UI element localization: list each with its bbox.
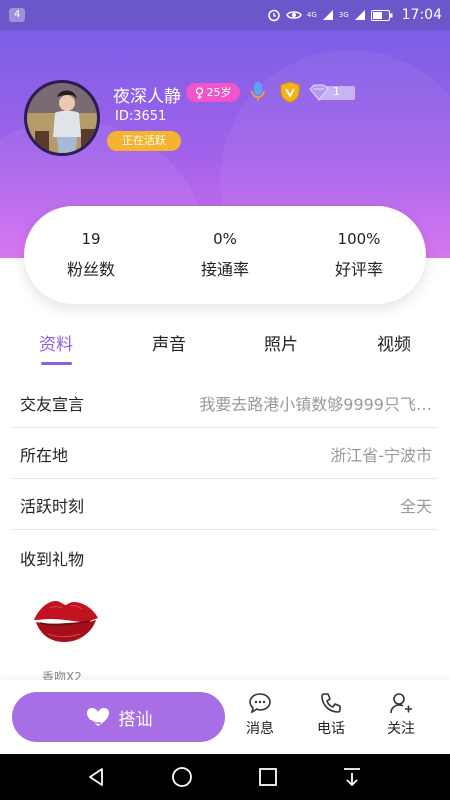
bottom-action-bar: 搭讪 消息 电话 关注 (0, 680, 450, 754)
signal-icon (322, 10, 333, 20)
system-nav-bar (0, 754, 450, 800)
verified-shield-icon (280, 81, 300, 103)
stats-card: 19 粉丝数 0% 接通率 100% 好评率 (24, 206, 426, 304)
chat-up-button[interactable]: 搭讪 (12, 692, 225, 742)
add-user-icon (390, 693, 412, 714)
alarm-icon (268, 9, 280, 22)
info-value: 我要去路港小镇数够9999只飞… (199, 395, 432, 414)
tab-profile-info[interactable]: 资料 (6, 330, 106, 355)
call-label: 电话 (317, 721, 345, 737)
tab-active-indicator (41, 362, 72, 365)
clock: 17:04 (401, 7, 442, 23)
avatar[interactable] (24, 80, 100, 156)
age-badge: 25岁 (186, 83, 240, 102)
home-icon[interactable] (171, 766, 193, 788)
stat-fans: 19 粉丝数 (24, 206, 158, 304)
gifts-title: 收到礼物 (20, 550, 85, 569)
tab-photos[interactable]: 照片 (231, 330, 331, 355)
network-type-2: 3G (338, 10, 349, 19)
username: 夜深人静 (113, 87, 181, 107)
eye-icon (286, 11, 302, 19)
stat-value: 19 (81, 230, 101, 248)
back-icon[interactable] (86, 766, 108, 788)
stat-value: 0% (213, 230, 237, 248)
chat-bubble-icon (249, 693, 271, 714)
network-type-1: 4G (306, 10, 317, 19)
stat-label: 接通率 (200, 260, 249, 279)
chat-up-label: 搭讪 (118, 709, 153, 730)
microphone-icon (251, 82, 265, 101)
age-text: 25岁 (206, 86, 232, 99)
info-label: 交友宣言 (20, 395, 85, 414)
vip-level-number: 1 (333, 85, 340, 98)
info-value: 全天 (399, 497, 432, 516)
signal-icon-2 (354, 10, 365, 20)
tab-voice[interactable]: 声音 (119, 330, 219, 355)
female-icon (195, 86, 203, 99)
notification-pulldown-icon[interactable] (341, 766, 363, 788)
stat-label: 好评率 (334, 260, 383, 279)
user-id: ID:3651 (115, 109, 167, 124)
info-value: 浙江省-宁波市 (330, 446, 432, 465)
notification-count-badge: 4 (9, 8, 26, 22)
status-badge: 正在活跃 (107, 131, 181, 151)
stat-value: 100% (337, 230, 381, 248)
info-label: 所在地 (20, 446, 69, 465)
status-icons: 4G 3G 17:04 (267, 6, 442, 24)
call-button[interactable]: 电话 (301, 692, 361, 738)
message-button[interactable]: 消息 (230, 692, 290, 738)
info-row-location: 所在地 浙江省-宁波市 (12, 428, 438, 479)
vip-level-badge (309, 84, 355, 101)
info-row-active-time: 活跃时刻 全天 (12, 479, 438, 530)
follow-button[interactable]: 关注 (371, 692, 431, 738)
status-bar: 4 4G 3G 17:04 (0, 0, 450, 30)
profile-tabs: 资料 声音 照片 视频 (0, 330, 450, 370)
kiss-lips-icon[interactable] (30, 590, 100, 650)
info-label: 活跃时刻 (20, 497, 85, 516)
stat-connect-rate: 0% 接通率 (158, 206, 292, 304)
message-label: 消息 (246, 721, 274, 737)
stat-rating: 100% 好评率 (292, 206, 426, 304)
info-row-declaration: 交友宣言 我要去路港小镇数够9999只飞… (12, 377, 438, 428)
tab-videos[interactable]: 视频 (344, 330, 444, 355)
phone-icon (321, 693, 341, 713)
recent-apps-icon[interactable] (257, 766, 279, 788)
hand-heart-icon (86, 708, 109, 726)
stat-label: 粉丝数 (66, 260, 115, 279)
battery-icon (370, 9, 393, 21)
follow-label: 关注 (387, 721, 415, 737)
